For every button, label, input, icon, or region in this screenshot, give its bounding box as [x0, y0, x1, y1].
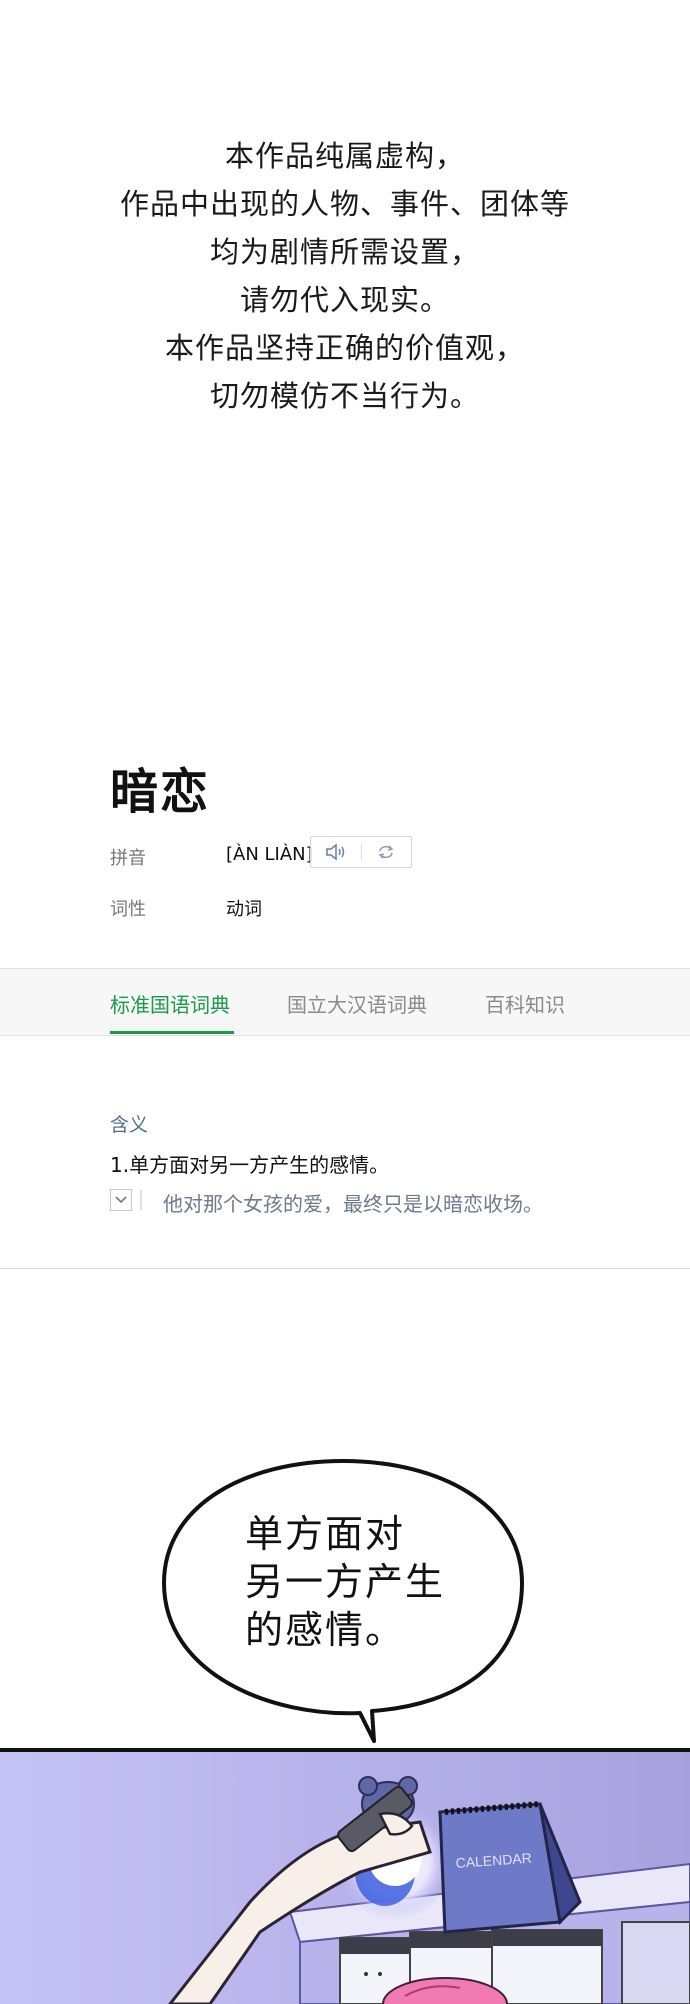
disclaimer-line: 作品中出现的人物、事件、团体等	[119, 187, 570, 221]
bubble-line: 的感情。	[245, 1608, 406, 1652]
chevron-down-icon	[115, 1196, 127, 1204]
bubble-line: 单方面对	[245, 1512, 406, 1556]
comic-illustration: CALENDAR	[0, 1752, 690, 2004]
section-divider	[0, 1268, 690, 1269]
disclaimer-line: 均为剧情所需设置，	[209, 235, 480, 269]
meaning-title: 含义	[110, 1114, 149, 1136]
pinyin-value: [ÀN LIÀN]	[226, 844, 313, 865]
speaker-icon	[326, 843, 344, 861]
speech-bubble-text: 单方面对 另一方产生 的感情。	[245, 1510, 445, 1654]
bubble-line: 另一方产生	[245, 1560, 446, 1604]
dictionary-tabs: 标准国语词典 国立大汉语词典 百科知识	[0, 968, 690, 1036]
disclaimer: 本作品纯属虚构， 作品中出现的人物、事件、团体等 均为剧情所需设置， 请勿代入现…	[0, 132, 690, 420]
disclaimer-line: 切勿模仿不当行为。	[209, 379, 480, 413]
example-sentence: 他对那个女孩的爱，最终只是以暗恋收场。	[163, 1192, 543, 1216]
repeat-pronunciation-button[interactable]	[362, 837, 412, 867]
definition-text: 1.单方面对另一方产生的感情。	[110, 1153, 390, 1177]
tab-national-dictionary[interactable]: 国立大汉语词典	[287, 989, 427, 1018]
pinyin-label: 拼音	[110, 848, 146, 869]
example-divider	[140, 1190, 142, 1210]
play-pronunciation-button[interactable]	[311, 837, 361, 867]
disclaimer-line: 本作品纯属虚构，	[224, 139, 465, 173]
headword: 暗恋	[110, 764, 211, 820]
example-toggle-button[interactable]	[110, 1189, 132, 1211]
pos-value: 动词	[226, 899, 262, 920]
disclaimer-line: 请勿代入现实。	[239, 283, 450, 317]
replay-icon	[378, 845, 394, 859]
active-tab-indicator	[110, 1031, 234, 1034]
disclaimer-line: 本作品坚持正确的价值观，	[164, 331, 525, 365]
tab-encyclopedia[interactable]: 百科知识	[485, 989, 565, 1018]
tab-standard-dictionary[interactable]: 标准国语词典	[110, 989, 230, 1018]
audio-controls	[310, 836, 412, 868]
comic-panel: CALENDAR	[0, 1748, 690, 2004]
pos-label: 词性	[110, 899, 146, 920]
